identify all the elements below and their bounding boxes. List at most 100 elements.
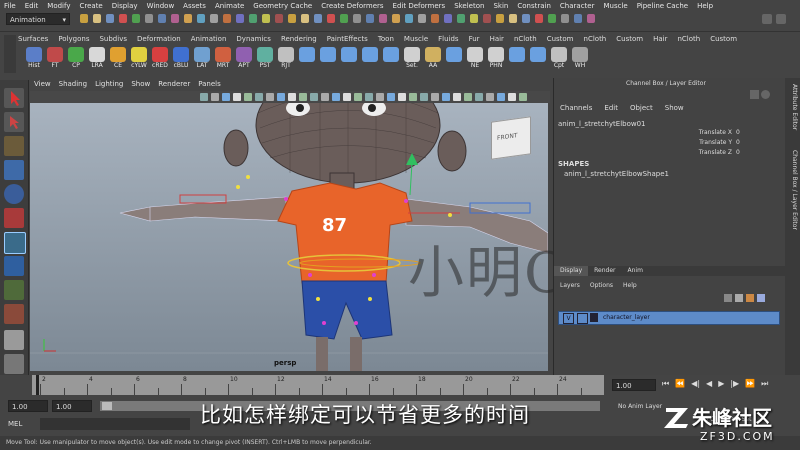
viewport-menu-shading[interactable]: Shading bbox=[59, 80, 87, 90]
command-line-input[interactable] bbox=[40, 418, 190, 430]
status-line-button[interactable] bbox=[262, 14, 270, 23]
viewport-toolbar-button[interactable] bbox=[255, 93, 263, 101]
shelf-tab-painteffects[interactable]: PaintEffects bbox=[327, 35, 368, 46]
shelf-tab-hair[interactable]: Hair bbox=[653, 35, 667, 46]
status-line-button[interactable] bbox=[288, 14, 296, 23]
menu-display[interactable]: Display bbox=[112, 2, 138, 10]
play-forward-icon[interactable]: ▶ bbox=[718, 379, 724, 391]
status-line-button[interactable] bbox=[483, 14, 491, 23]
viewport-toolbar-button[interactable] bbox=[200, 93, 208, 101]
shelf-button[interactable]: RJT bbox=[276, 47, 296, 73]
view-cube[interactable]: FRONT bbox=[491, 116, 531, 160]
layer-row[interactable]: V character_layer bbox=[558, 311, 780, 325]
viewport-toolbar-button[interactable] bbox=[354, 93, 362, 101]
shelf-button[interactable]: FT bbox=[45, 47, 65, 73]
sidebar-toggle-icon[interactable] bbox=[776, 14, 786, 24]
shelf-button[interactable] bbox=[318, 47, 338, 73]
range-start-field[interactable]: 1.00 bbox=[8, 400, 48, 412]
viewport-toolbar-button[interactable] bbox=[519, 93, 527, 101]
status-line-button[interactable] bbox=[327, 14, 335, 23]
attribute-row[interactable]: Translate X 0 bbox=[558, 129, 782, 139]
shelf-tab-ncloth[interactable]: nCloth bbox=[677, 35, 700, 46]
status-line-button[interactable] bbox=[145, 14, 153, 23]
shelf-button[interactable]: LRA bbox=[87, 47, 107, 73]
shelf-button[interactable]: WH bbox=[570, 47, 590, 73]
layer-type-toggle[interactable] bbox=[577, 313, 588, 324]
new-layer-icon[interactable] bbox=[724, 294, 732, 302]
timeline[interactable]: 2 4 6 8 10 12 14 16 18 20 22 24 bbox=[32, 375, 604, 395]
side-tab-attribute-editor[interactable]: Attribute Editor bbox=[787, 84, 798, 130]
viewport-menu-show[interactable]: Show bbox=[131, 80, 150, 90]
viewport-toolbar-button[interactable] bbox=[409, 93, 417, 101]
viewport-toolbar-button[interactable] bbox=[365, 93, 373, 101]
lasso-tool-icon[interactable] bbox=[4, 112, 24, 132]
input-line-icon[interactable] bbox=[762, 14, 772, 24]
viewport-toolbar-button[interactable] bbox=[464, 93, 472, 101]
status-line-button[interactable] bbox=[340, 14, 348, 23]
menu-help[interactable]: Help bbox=[697, 2, 713, 10]
status-line-button[interactable] bbox=[301, 14, 309, 23]
shelf-tab-hair[interactable]: Hair bbox=[490, 35, 504, 46]
paint-select-tool-icon[interactable] bbox=[4, 136, 24, 156]
shelf-button[interactable]: cBLU bbox=[171, 47, 191, 73]
viewport-toolbar-button[interactable] bbox=[222, 93, 230, 101]
step-back-icon[interactable]: ⏪ bbox=[675, 379, 685, 391]
attribute-value[interactable]: 0 bbox=[736, 129, 740, 136]
status-line-button[interactable] bbox=[561, 14, 569, 23]
viewport-toolbar-button[interactable] bbox=[453, 93, 461, 101]
go-to-start-icon[interactable]: ⏮ bbox=[662, 379, 669, 391]
status-line-button[interactable] bbox=[314, 14, 322, 23]
channel-box-menu-object[interactable]: Object bbox=[630, 104, 653, 114]
status-line-button[interactable] bbox=[236, 14, 244, 23]
layer-option-icon[interactable] bbox=[746, 294, 754, 302]
layer-menu-options[interactable]: Options bbox=[590, 282, 613, 292]
side-tab-channel-box[interactable]: Channel Box / Layer Editor bbox=[787, 150, 798, 230]
shelf-button[interactable]: CP bbox=[66, 47, 86, 73]
current-time-field[interactable]: 1.00 bbox=[612, 379, 656, 391]
status-line-button[interactable] bbox=[119, 14, 127, 23]
viewport-toolbar-button[interactable] bbox=[508, 93, 516, 101]
viewport-toolbar-button[interactable] bbox=[398, 93, 406, 101]
shelf-tab-fur[interactable]: Fur bbox=[469, 35, 480, 46]
step-forward-icon[interactable]: ⏩ bbox=[745, 379, 755, 391]
shelf-tab-toon[interactable]: Toon bbox=[378, 35, 394, 46]
manipulator-tool-icon[interactable] bbox=[4, 232, 26, 254]
shelf-button[interactable]: LAT bbox=[192, 47, 212, 73]
viewport-toolbar-button[interactable] bbox=[431, 93, 439, 101]
shelf-tab-muscle[interactable]: Muscle bbox=[404, 35, 428, 46]
cb-layout-icon[interactable] bbox=[750, 90, 759, 99]
move-tool-icon[interactable] bbox=[4, 160, 24, 180]
menu-pipeline-cache[interactable]: Pipeline Cache bbox=[637, 2, 688, 10]
layout-quad-icon[interactable] bbox=[4, 354, 24, 374]
menu-skeleton[interactable]: Skeleton bbox=[454, 2, 484, 10]
menu-skin[interactable]: Skin bbox=[493, 2, 508, 10]
viewport-toolbar-button[interactable] bbox=[211, 93, 219, 101]
shelf-tab-animation[interactable]: Animation bbox=[191, 35, 227, 46]
viewport-menu-renderer[interactable]: Renderer bbox=[158, 80, 190, 90]
menu-character[interactable]: Character bbox=[560, 2, 595, 10]
shelf-button[interactable]: PHN bbox=[486, 47, 506, 73]
viewport-toolbar-button[interactable] bbox=[475, 93, 483, 101]
viewport-toolbar-button[interactable] bbox=[299, 93, 307, 101]
status-line-button[interactable] bbox=[93, 14, 101, 23]
shelf-button[interactable]: Cpt bbox=[549, 47, 569, 73]
shelf-tab-rendering[interactable]: Rendering bbox=[281, 35, 317, 46]
soft-mod-tool-icon[interactable] bbox=[4, 256, 24, 276]
status-line-button[interactable] bbox=[418, 14, 426, 23]
status-line-button[interactable] bbox=[171, 14, 179, 23]
shelf-tab-subdivs[interactable]: Subdivs bbox=[99, 35, 127, 46]
menu-geometry-cache[interactable]: Geometry Cache bbox=[253, 2, 312, 10]
last-tool-icon[interactable] bbox=[4, 304, 24, 324]
shelf-menu-icon[interactable] bbox=[4, 35, 16, 73]
shelf-button[interactable]: AA bbox=[423, 47, 443, 73]
shelf-tab-deformation[interactable]: Deformation bbox=[137, 35, 181, 46]
status-line-button[interactable] bbox=[158, 14, 166, 23]
status-line-button[interactable] bbox=[379, 14, 387, 23]
channel-box-menu-edit[interactable]: Edit bbox=[604, 104, 618, 114]
range-current-field[interactable]: 1.00 bbox=[52, 400, 92, 412]
shelf-button[interactable] bbox=[360, 47, 380, 73]
shape-name[interactable]: anim_l_stretchytElbowShape1 bbox=[564, 170, 669, 178]
viewport-toolbar-button[interactable] bbox=[486, 93, 494, 101]
shelf-button[interactable] bbox=[381, 47, 401, 73]
layer-menu-help[interactable]: Help bbox=[623, 282, 637, 292]
